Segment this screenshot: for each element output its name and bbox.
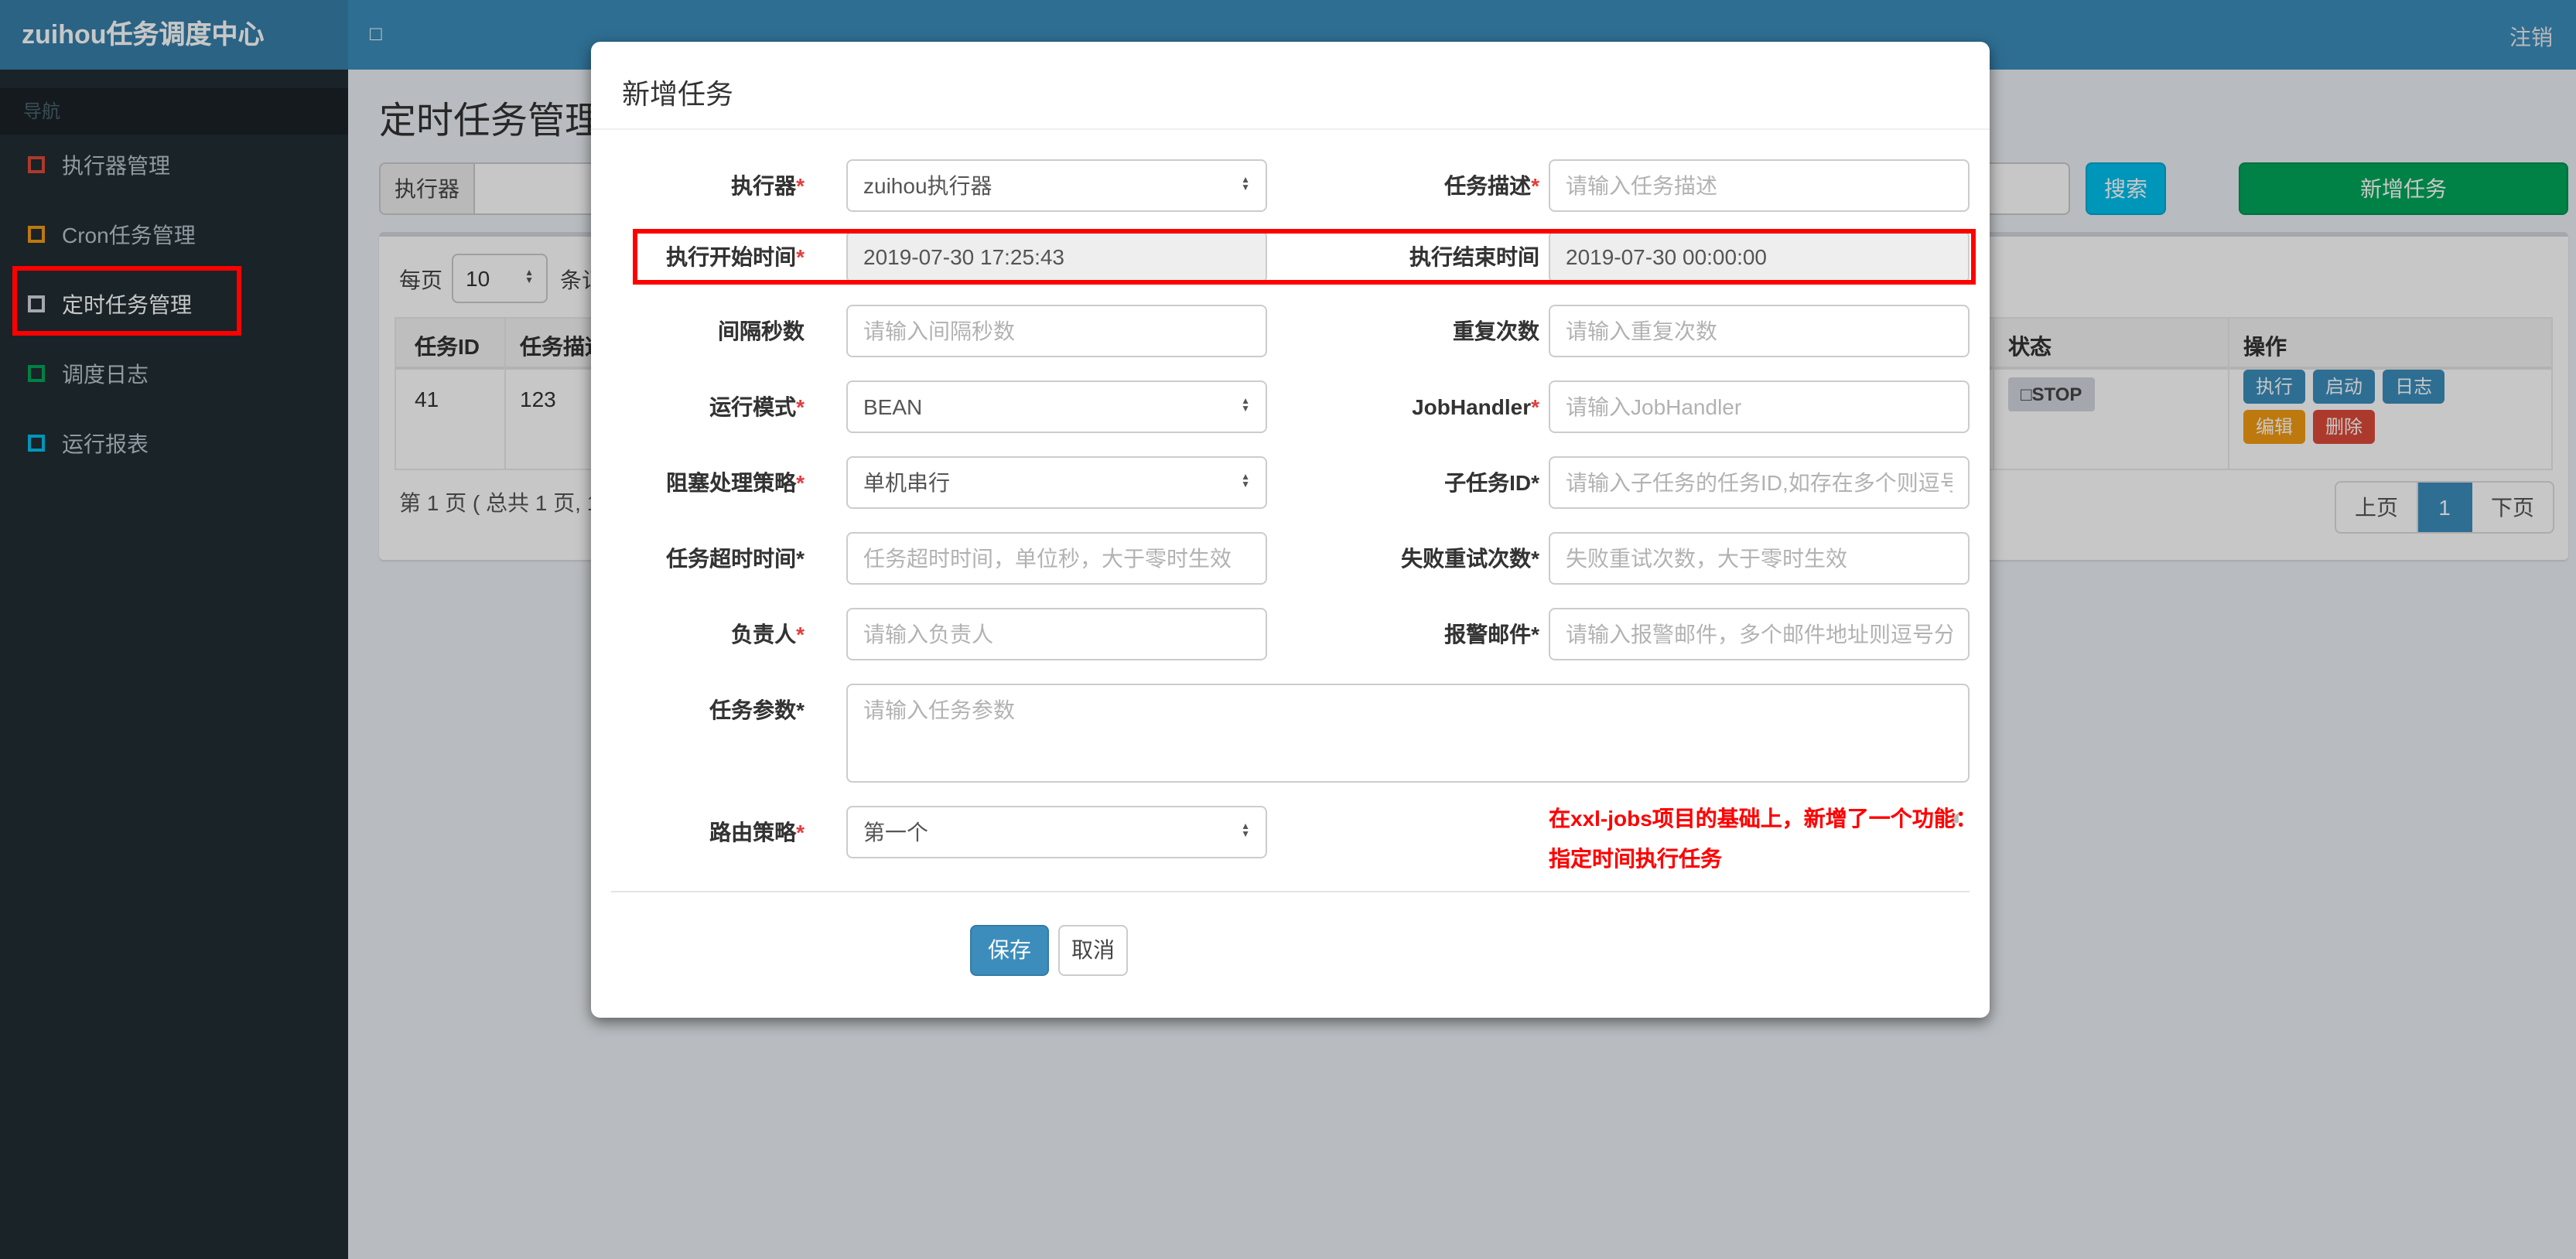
job-param-label: 任务参数*	[709, 698, 805, 722]
modal-header-divider	[591, 128, 1990, 130]
annotation-box-time-fields	[633, 229, 1976, 285]
repeat-count-input[interactable]	[1549, 305, 1970, 357]
executor-select[interactable]: zuihou执行器 ▲ ▼	[846, 159, 1267, 212]
modal-footer-divider	[611, 891, 1970, 892]
glue-type-select[interactable]: BEAN ▲ ▼	[846, 380, 1267, 433]
block-strategy-label: 阻塞处理策略*	[666, 470, 805, 495]
job-param-textarea[interactable]	[846, 684, 1970, 783]
alarm-email-label: 报警邮件*	[1444, 622, 1539, 647]
job-desc-input[interactable]	[1549, 159, 1970, 212]
executor-label: 执行器*	[731, 173, 805, 198]
job-handler-input[interactable]	[1549, 380, 1970, 433]
child-job-label: 子任务ID*	[1444, 470, 1539, 495]
glue-type-label: 运行模式*	[709, 394, 805, 419]
fail-retry-input[interactable]	[1549, 532, 1970, 585]
app-root: zuihou任务调度中心 □ 注销 导航 执行器管理 Cron任务管理 定时任务…	[0, 0, 2576, 1259]
save-button[interactable]: 保存	[970, 925, 1049, 976]
new-task-modal: 新增任务 执行器* zuihou执行器 ▲▼ 任务描述* 执行开始时间* 201…	[591, 42, 1990, 1018]
route-strategy-select-value: 第一个	[863, 820, 928, 844]
cancel-button[interactable]: 取消	[1058, 925, 1128, 976]
feature-note-line2: 指定时间执行任务	[1549, 846, 1722, 871]
job-desc-label: 任务描述*	[1444, 173, 1539, 198]
select-arrows-icon: ▲ ▼	[1241, 176, 1250, 193]
interval-input[interactable]	[846, 305, 1267, 357]
select-arrows-icon: ▲ ▼	[1241, 823, 1250, 840]
glue-type-select-value: BEAN	[863, 394, 923, 419]
child-job-input[interactable]	[1549, 456, 1970, 509]
executor-select-value: zuihou执行器	[863, 173, 992, 198]
route-strategy-select[interactable]: 第一个 ▲ ▼	[846, 806, 1267, 858]
block-strategy-select-value: 单机串行	[863, 470, 950, 495]
alarm-email-input[interactable]	[1549, 608, 1970, 660]
author-input[interactable]	[846, 608, 1267, 660]
job-handler-label: JobHandler*	[1412, 394, 1539, 419]
fail-retry-label: 失败重试次数*	[1401, 546, 1539, 571]
repeat-count-label: 重复次数	[1453, 319, 1539, 343]
timeout-label: 任务超时时间*	[666, 546, 805, 571]
timeout-input[interactable]	[846, 532, 1267, 585]
select-arrows-icon: ▲ ▼	[1241, 473, 1250, 490]
route-strategy-label: 路由策略*	[709, 820, 805, 844]
annotation-box-sidebar-item	[12, 266, 241, 336]
interval-label: 间隔秒数	[718, 319, 805, 343]
block-strategy-select[interactable]: 单机串行 ▲ ▼	[846, 456, 1267, 509]
feature-note-line1: 在xxl-jobs项目的基础上，新增了一个功能：	[1549, 806, 1977, 831]
select-arrows-icon: ▲ ▼	[1241, 397, 1250, 415]
modal-title: 新增任务	[622, 79, 733, 110]
author-label: 负责人*	[731, 622, 805, 647]
